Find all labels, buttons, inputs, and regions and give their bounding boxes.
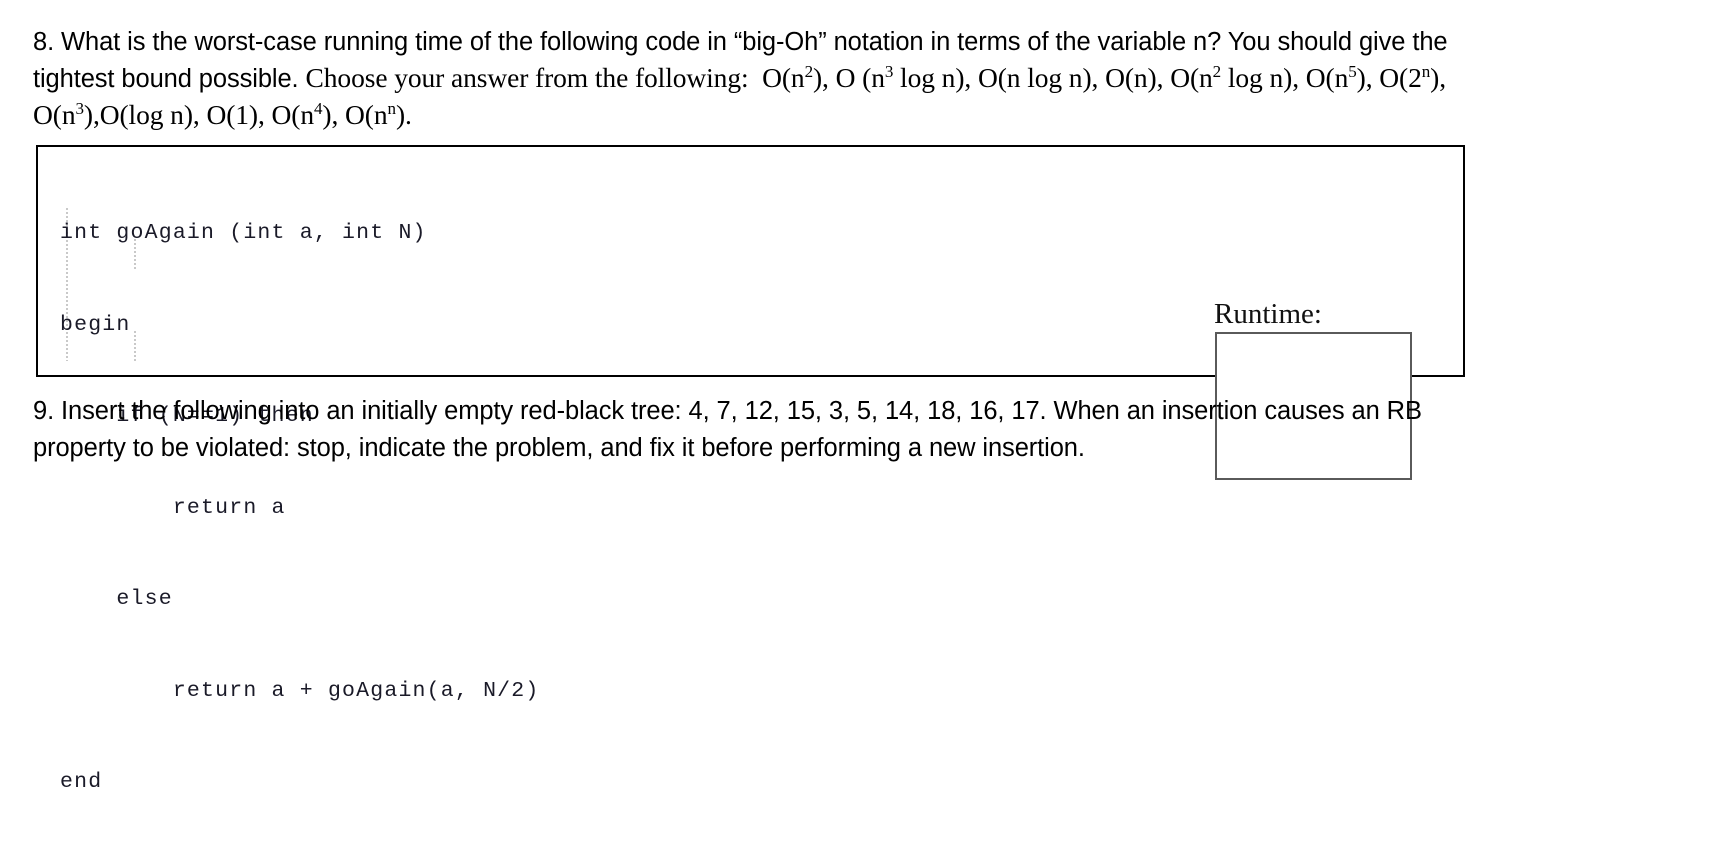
code-line: end [60,770,103,794]
code-line: return a + goAgain(a, N/2) [60,678,540,703]
choice-o-n3-log-n: O (n3 log n) [835,61,965,93]
code-line: return a [60,495,286,520]
choice-o-nn: O(nn) [345,98,405,130]
worksheet-page: 8. What is the worst-case running time o… [0,0,1728,794]
choice-o-n3: O(n3) [33,98,93,130]
choice-o-n2-log-n: O(n2 log n) [1170,61,1293,93]
choice-o-n-log-n: O(n log n) [977,62,1092,93]
choice-o-1: O(1) [206,99,258,130]
choice-o-n5: O(n5) [1305,61,1366,93]
code-and-runtime-box: int goAgain (int a, int N) begin if (N==… [36,145,1465,794]
question-8-serif-lead: Choose your answer from the following: [305,62,749,93]
code-line: int goAgain (int a, int N) [60,221,427,245]
choice-o-log-n: O(log n) [99,99,193,130]
pseudocode-listing: int goAgain (int a, int N) begin if (N==… [60,157,539,859]
question-8-prompt: 8. What is the worst-case running time o… [33,24,1513,134]
runtime-label: Runtime: [1214,298,1322,330]
choice-o-n2: O(n2) [755,61,823,93]
choice-o-n: O(n) [1105,62,1157,93]
question-9-prompt: 9. Insert the following into an initiall… [33,397,1422,462]
choice-o-2n: O(2n) [1379,61,1440,93]
choice-o-n4: O(n4) [271,98,332,130]
code-line: begin [60,312,131,337]
code-line: else [60,587,173,611]
